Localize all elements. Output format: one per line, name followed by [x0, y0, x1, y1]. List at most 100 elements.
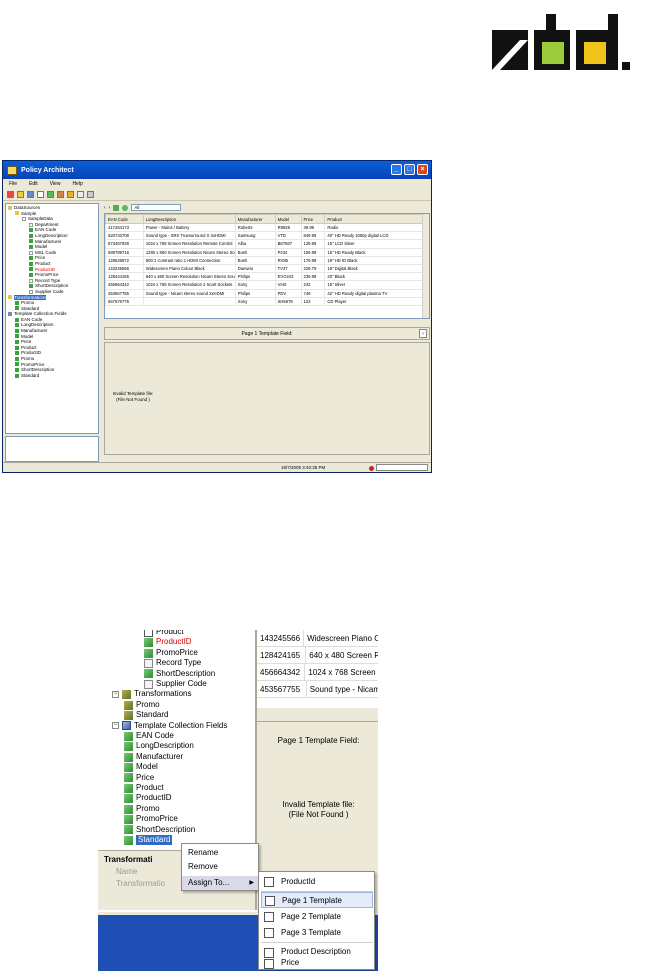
template-field-bar: Page 1 Template Field: › [104, 327, 430, 340]
menu-item-rename[interactable]: Rename [188, 846, 218, 860]
zoom-tree-item[interactable]: Product [144, 630, 184, 637]
submenu-item-price[interactable]: Price [261, 956, 373, 970]
zoomed-grid[interactable]: 143245566 Widescreen Piano C 128424165 640 … [257, 630, 378, 698]
zoom-tree-item[interactable]: Record Type [144, 658, 201, 668]
maximize-button[interactable]: □ [404, 164, 415, 175]
table-row[interactable]: 453567755 Sound type - Nicam stereo sound… [105, 288, 423, 298]
open-icon[interactable] [17, 191, 24, 198]
filter-icon[interactable] [122, 204, 129, 211]
save-icon[interactable] [27, 191, 34, 198]
zoom-tree-item[interactable]: PromoPrice [144, 648, 198, 658]
grid-scrollbar[interactable] [422, 214, 429, 318]
table-cell: Bush [234, 247, 276, 257]
tree-node-icon [15, 356, 19, 361]
tree-node-icon [29, 284, 33, 289]
table-cell: Bush [234, 255, 276, 265]
column-header[interactable]: Manufacturer [234, 214, 276, 224]
export-icon[interactable] [77, 191, 84, 198]
table-cell: 456664342 [105, 280, 144, 290]
zoomed-tree[interactable]: Product ProductID PromoPrice Record Type Sho… [98, 630, 255, 850]
zoomed-band [257, 708, 378, 722]
collapse-icon[interactable]: − [112, 691, 119, 699]
menu-help[interactable]: Help [72, 181, 82, 187]
props-title: Transformati [104, 855, 153, 864]
tree-item[interactable]: Standard [6, 373, 98, 379]
table-row[interactable]: 520733708 Sound type - SRS Truesurround X… [105, 231, 423, 241]
new-icon[interactable] [37, 191, 44, 198]
run-icon[interactable] [67, 191, 74, 198]
page-2-template-icon [264, 912, 274, 922]
table-row[interactable]: 673467838 1024 x 768 Screen Resolution Re… [105, 239, 423, 249]
zoom-tree-item[interactable]: Promo [124, 700, 160, 710]
filter-combo[interactable]: All [131, 204, 182, 211]
submenu-item-page-3-template[interactable]: Page 3 Template [261, 925, 373, 941]
zoom-tree-item[interactable]: ShortDescription [144, 669, 215, 679]
refresh-icon[interactable] [113, 204, 120, 211]
table-cell: Daewoo [234, 263, 276, 274]
menu-item-assign-to[interactable]: Assign To... ▶ [182, 876, 258, 890]
column-header[interactable]: Price [300, 214, 326, 224]
menu-item-remove[interactable]: Remove [188, 860, 218, 874]
submenu-item-page-1-template[interactable]: Page 1 Template [261, 892, 373, 908]
zoom-tree-item[interactable]: Manufacturer [124, 752, 183, 762]
close-button[interactable]: × [417, 164, 428, 175]
menu-file[interactable]: File [9, 181, 17, 187]
delete-icon[interactable] [7, 191, 14, 198]
menu-view[interactable]: View [50, 181, 61, 187]
tree-node-icon [124, 762, 133, 772]
column-header[interactable]: Product [324, 214, 423, 224]
table-row[interactable]: 589789716 1280 x 800 Screen Resolution Ni… [105, 247, 423, 257]
zoom-tree-item[interactable]: Price [124, 773, 154, 783]
menu-edit[interactable]: Edit [29, 181, 38, 187]
print-icon[interactable] [87, 191, 94, 198]
zoom-tree-label: ShortDescription [156, 668, 216, 678]
collapse-icon[interactable]: − [112, 722, 119, 730]
tree-node-icon [29, 228, 33, 233]
zoom-table-row[interactable]: 143245566 Widescreen Piano C [257, 630, 378, 647]
minimize-button[interactable]: _ [391, 164, 402, 175]
zoom-tree-item[interactable]: Standard [124, 835, 173, 846]
table-cell: 143245566 [105, 263, 144, 274]
zoom-tree-item[interactable]: − Transformations [112, 689, 192, 700]
zoom-tree-item[interactable]: ProductID [124, 793, 172, 804]
zoom-table-row[interactable]: 128424165 640 x 480 Screen R [257, 646, 378, 664]
zoom-tree-item[interactable]: PromoPrice [124, 814, 178, 824]
zoom-tree-item[interactable]: Promo [124, 804, 160, 814]
column-header[interactable]: Model [274, 214, 302, 224]
column-header[interactable]: LongDescription [142, 214, 236, 224]
back-icon[interactable]: ‹ [104, 205, 106, 211]
table-row[interactable]: 128626972 500:1 Contrast ratio 1 HDMI Con… [105, 255, 423, 265]
table-cell: Roberts [234, 222, 276, 233]
zoom-tree-item[interactable]: ProductID [144, 637, 192, 648]
add-icon[interactable] [47, 191, 54, 198]
zoom-tree-item[interactable]: ShortDescription [124, 825, 195, 835]
table-row[interactable]: 417264173 Power - Mains / Battery Roberts R… [105, 222, 423, 233]
tree-node-icon [122, 690, 131, 700]
zoom-table-row[interactable]: 453567755 Sound type - Nicam [257, 680, 378, 698]
progress-bar [376, 464, 428, 471]
submenu-item-page-2-template[interactable]: Page 2 Template [261, 909, 373, 925]
zoom-tree-item[interactable]: Product [124, 783, 164, 793]
template-field-label: Page 1 Template Field: [241, 331, 293, 337]
table-cell: Philips [234, 288, 276, 298]
zoom-tree-item[interactable]: Standard [124, 710, 168, 720]
zoom-tree-item[interactable]: EAN Code [124, 731, 174, 741]
zoom-tree-item[interactable]: − Template Collection Fields [112, 721, 227, 731]
zoom-tree-item[interactable]: Model [124, 762, 158, 772]
link-icon[interactable] [57, 191, 64, 198]
table-cell: Samsung [234, 231, 276, 241]
zoom-table-row[interactable]: 456664342 1024 x 768 Screen I [257, 663, 378, 681]
zoom-tree-item[interactable]: Supplier Code [144, 679, 207, 689]
data-grid[interactable]: EAN Code LongDescription Manufacturer Model… [104, 213, 430, 319]
table-cell: 640 x 480 Screen Resolution Nicam Stereo… [142, 272, 236, 282]
data-tree[interactable]: DataSources Sample SampleData Department EAN… [5, 203, 99, 434]
forward-icon[interactable]: › [109, 205, 111, 211]
table-row[interactable]: 143245566 Widescreen Piano Colour Black Da… [105, 263, 423, 274]
table-row[interactable]: 128424165 640 x 480 Screen Resolution Nic… [105, 272, 423, 282]
column-header[interactable]: EAN Code [105, 214, 144, 224]
table-row[interactable]: 456664342 1024 x 768 Screen Resolution 2 … [105, 280, 423, 290]
table-row[interactable]: 567676776 Sony SH5678 123 CD Player [105, 296, 423, 306]
submenu-item-productid[interactable]: ProductId [261, 874, 373, 890]
zoom-tree-item[interactable]: LongDescription [124, 741, 194, 752]
expand-arrow-button[interactable]: › [419, 329, 427, 338]
